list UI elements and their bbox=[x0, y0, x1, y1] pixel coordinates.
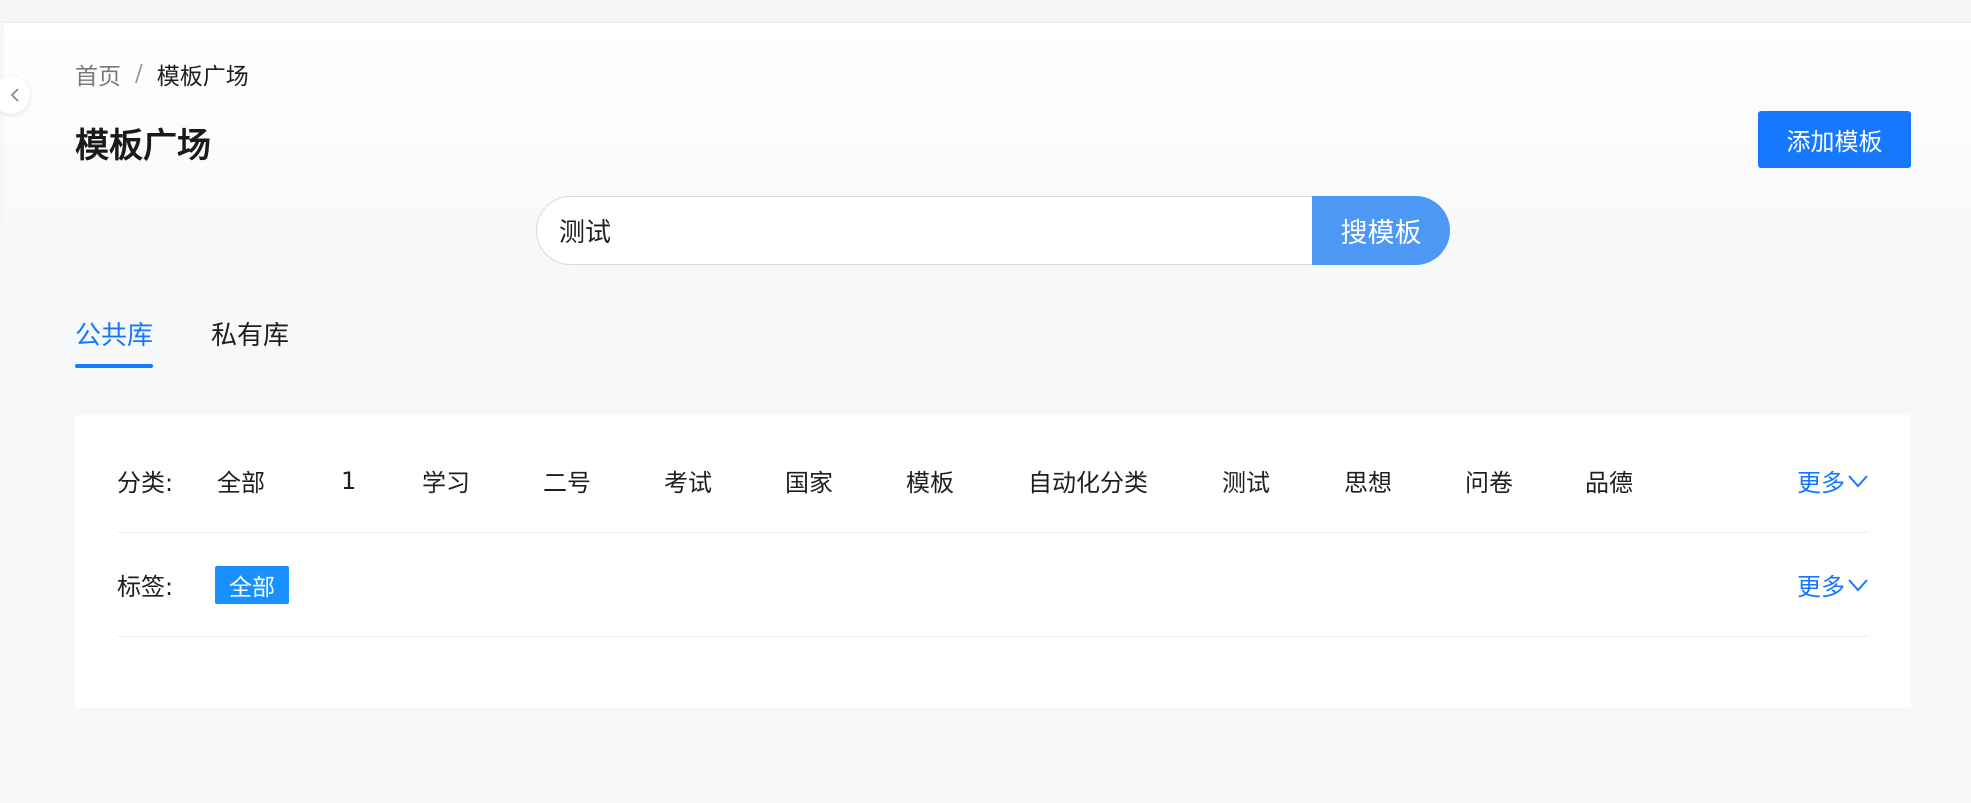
chevron-down-icon bbox=[1848, 578, 1868, 591]
category-item[interactable]: 问卷 bbox=[1465, 463, 1585, 498]
breadcrumb-separator: / bbox=[135, 61, 143, 87]
category-item[interactable]: 学习 bbox=[422, 463, 543, 498]
category-item[interactable]: 测试 bbox=[1222, 463, 1344, 498]
more-label: 更多 bbox=[1797, 573, 1845, 601]
search-input[interactable] bbox=[536, 196, 1312, 265]
main-content: 首页 / 模板广场 模板广场 添加模板 搜模板 公共库 私有库 分类: 全部 1… bbox=[0, 23, 1971, 803]
page-title: 模板广场 bbox=[75, 126, 211, 166]
library-tabs: 公共库 私有库 bbox=[75, 315, 347, 368]
category-item[interactable]: 1 bbox=[341, 467, 422, 495]
tag-filter-row: 标签: 全部 更多 bbox=[117, 533, 1869, 637]
search-button[interactable]: 搜模板 bbox=[1312, 196, 1450, 265]
category-list: 全部 1 学习 二号 考试 国家 模板 自动化分类 测试 思想 问卷 品德 bbox=[217, 463, 1655, 498]
sidebar-collapse-button[interactable] bbox=[0, 76, 30, 114]
breadcrumb-home[interactable]: 首页 bbox=[75, 57, 121, 91]
category-item[interactable]: 自动化分类 bbox=[1028, 463, 1222, 498]
top-band bbox=[0, 0, 1971, 23]
breadcrumb-current: 模板广场 bbox=[156, 64, 249, 90]
chevron-left-icon bbox=[10, 88, 19, 102]
tag-chip-all[interactable]: 全部 bbox=[215, 565, 289, 604]
category-item[interactable]: 考试 bbox=[664, 463, 785, 498]
category-item[interactable]: 二号 bbox=[543, 463, 664, 498]
category-item[interactable]: 国家 bbox=[785, 463, 906, 498]
category-filter-row: 分类: 全部 1 学习 二号 考试 国家 模板 自动化分类 测试 思想 问卷 品… bbox=[117, 429, 1869, 533]
category-item[interactable]: 全部 bbox=[217, 463, 341, 498]
category-more-button[interactable]: 更多 bbox=[1797, 463, 1869, 498]
search-bar: 搜模板 bbox=[536, 196, 1450, 265]
chevron-down-icon bbox=[1848, 474, 1868, 487]
tag-label: 标签: bbox=[117, 573, 174, 601]
category-item[interactable]: 思想 bbox=[1344, 463, 1465, 498]
filter-panel: 分类: 全部 1 学习 二号 考试 国家 模板 自动化分类 测试 思想 问卷 品… bbox=[75, 415, 1911, 708]
breadcrumb: 首页 / 模板广场 bbox=[75, 57, 249, 91]
tag-more-button[interactable]: 更多 bbox=[1797, 567, 1869, 602]
category-item[interactable]: 品德 bbox=[1585, 463, 1655, 498]
add-template-button[interactable]: 添加模板 bbox=[1758, 111, 1911, 168]
tab-private-library[interactable]: 私有库 bbox=[211, 315, 289, 368]
category-item[interactable]: 模板 bbox=[906, 463, 1028, 498]
category-label: 分类: bbox=[117, 469, 174, 497]
tab-public-library[interactable]: 公共库 bbox=[75, 315, 154, 368]
more-label: 更多 bbox=[1797, 469, 1845, 497]
